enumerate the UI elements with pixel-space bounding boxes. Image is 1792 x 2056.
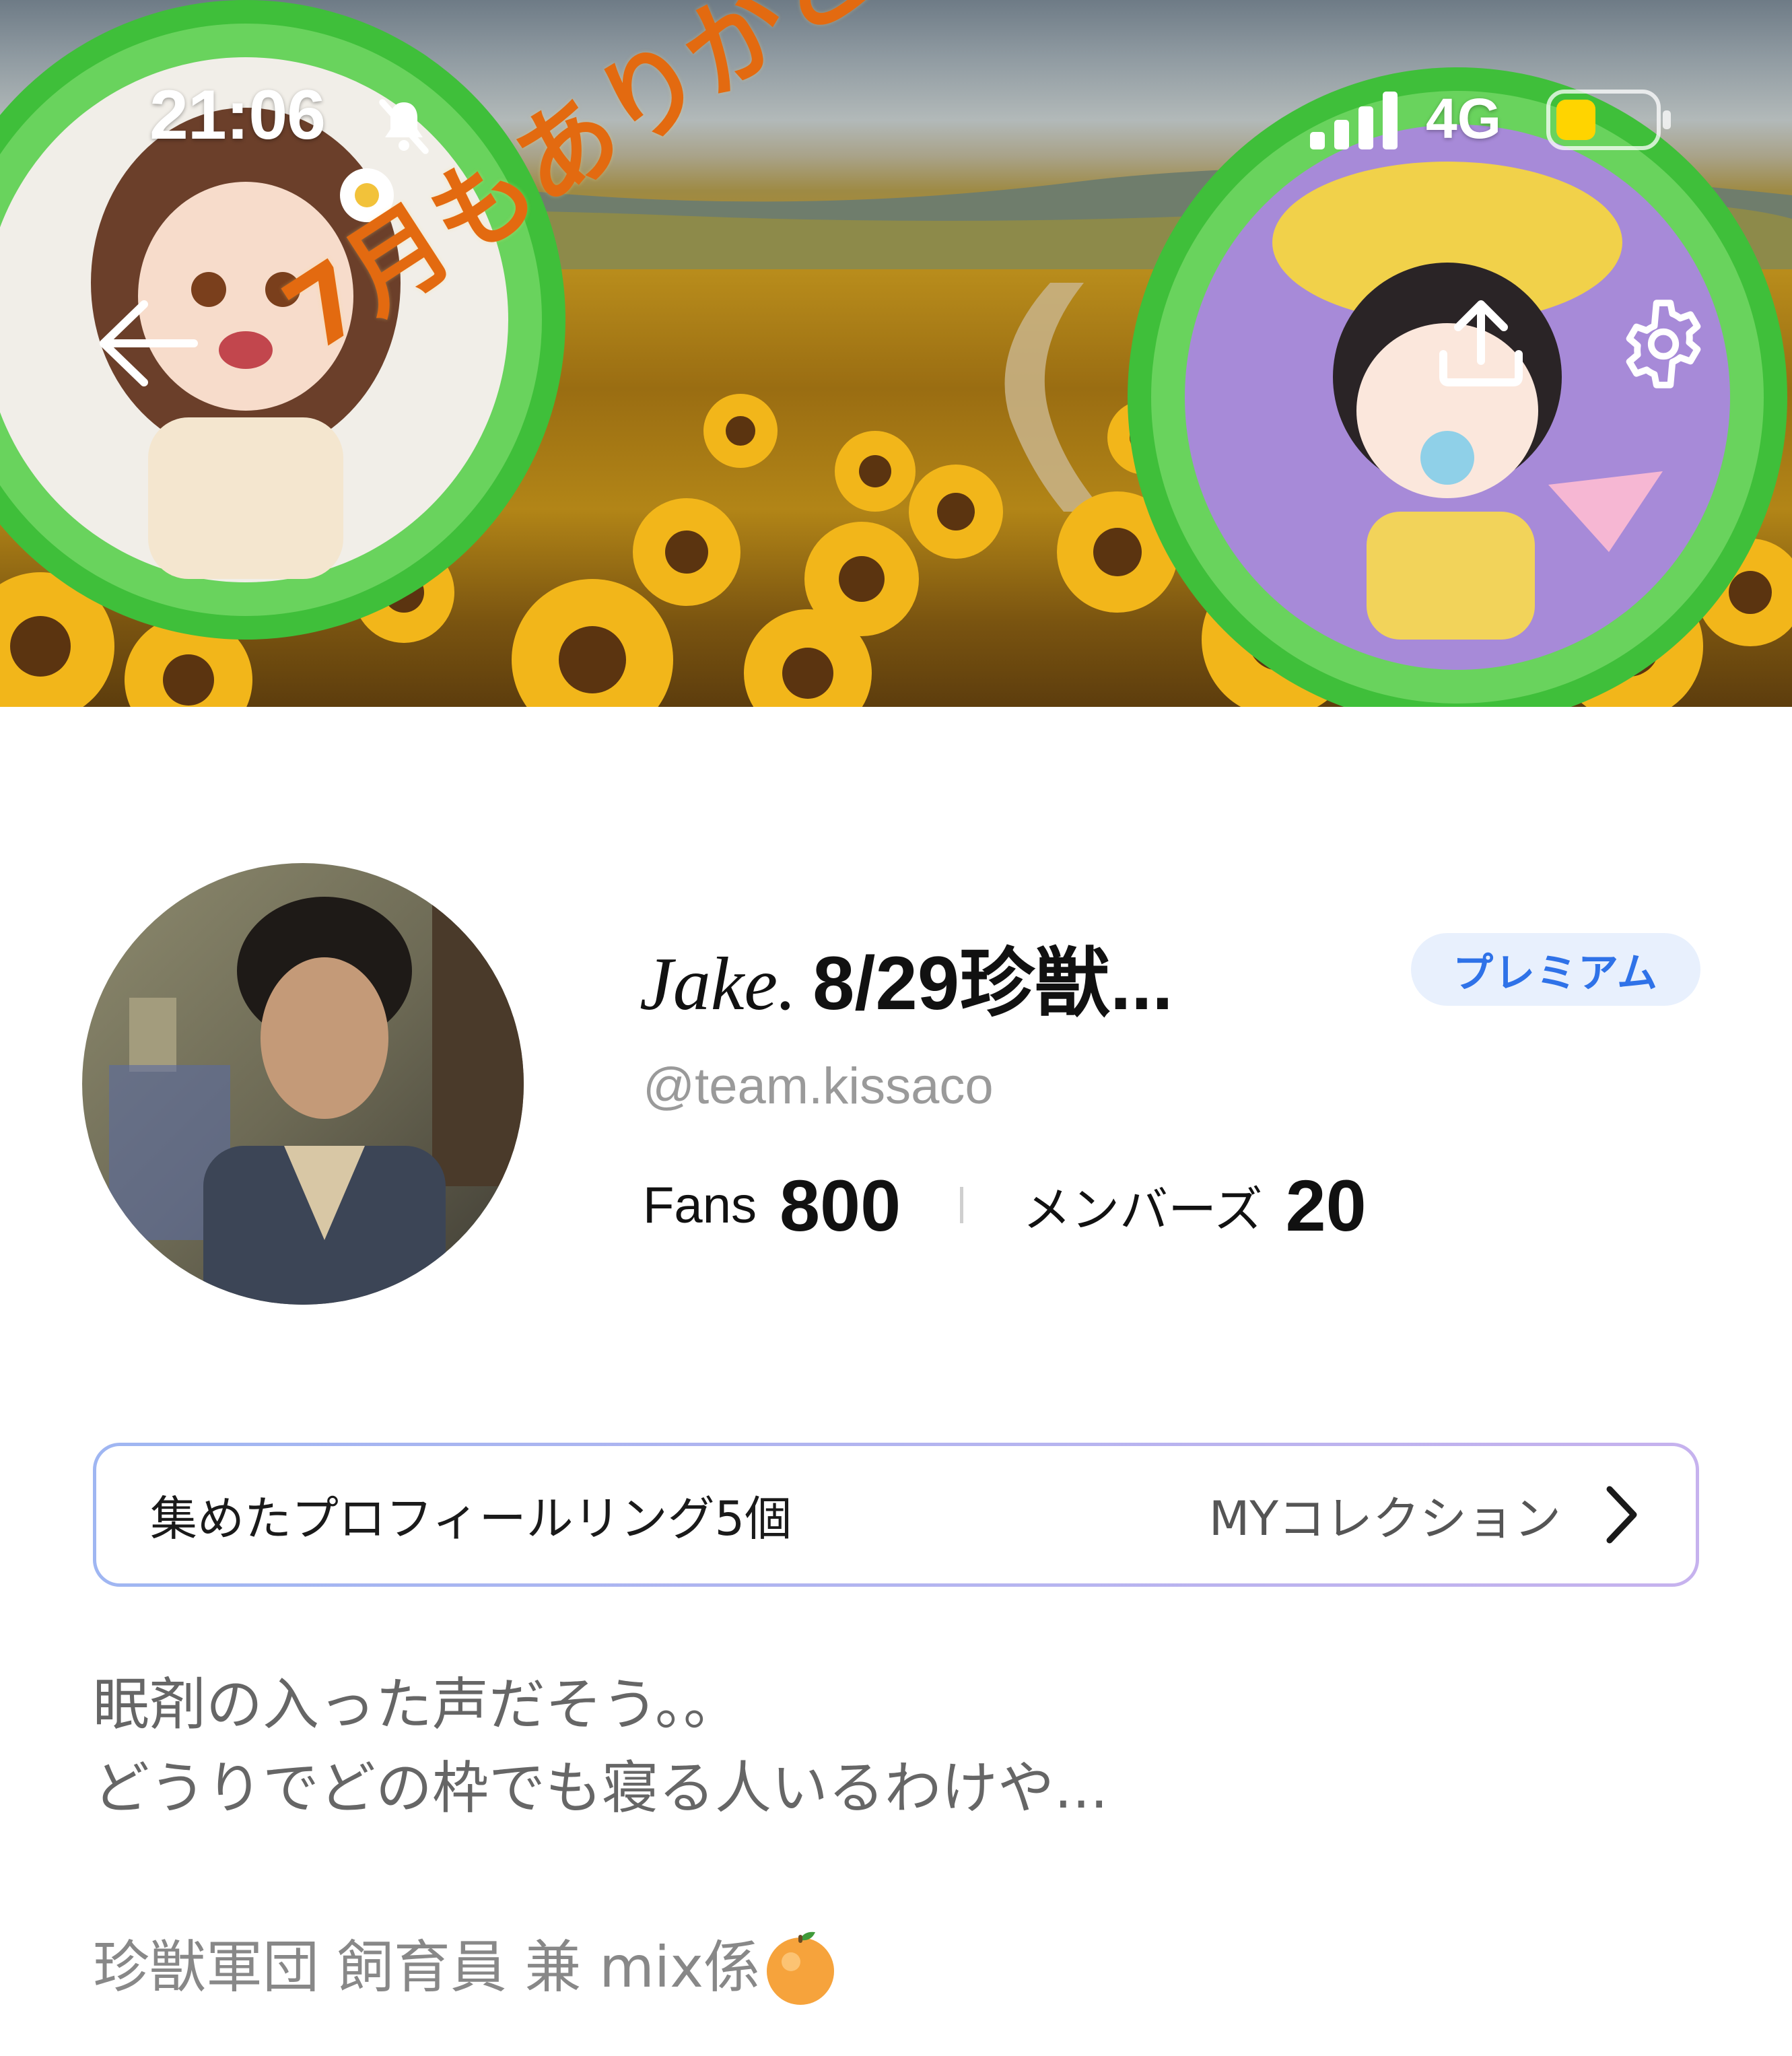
chevron-right-icon	[1606, 1486, 1637, 1544]
profile-avatar[interactable]	[82, 863, 524, 1305]
network-type: 4G	[1426, 87, 1502, 150]
display-name: Jake. 8/29珍獣...	[640, 922, 1173, 1031]
gear-icon[interactable]	[1614, 295, 1713, 393]
user-handle: @team.kissaco	[643, 1058, 994, 1115]
bio-line-2: どうりでどの枠でも寝る人いるわけや...	[93, 1755, 1109, 1821]
stats-divider	[960, 1187, 964, 1223]
battery-icon	[1546, 90, 1671, 150]
status-time: 21:06	[149, 76, 326, 154]
fans-count[interactable]: 800	[780, 1163, 901, 1247]
profile-bio: 眠剤の入った声だそう。。 どうりでどの枠でも寝る人いるわけや...	[93, 1663, 1108, 1830]
my-collection-link[interactable]: MYコレクション	[1209, 1481, 1642, 1549]
bio-line-3: 珍獣軍団 飼育員 兼 mix係	[93, 1934, 760, 2000]
collected-rings-label: 集めたプロフィールリング5個	[150, 1490, 792, 1546]
share-upload-icon[interactable]	[1434, 296, 1528, 390]
premium-badge[interactable]: プレミアム	[1411, 933, 1700, 1006]
profile-banner: 7月もありがとうございます 21:06 4G	[0, 0, 1792, 707]
display-name-rest: 8/29珍獣...	[813, 941, 1173, 1025]
members-count[interactable]: 20	[1286, 1163, 1367, 1247]
profile-ring-collection-bar[interactable]: 集めたプロフィールリング5個 MYコレクション	[93, 1443, 1699, 1587]
bell-slash-icon	[379, 99, 429, 154]
members-label[interactable]: メンバーズ	[1023, 1170, 1262, 1241]
fans-label[interactable]: Fans	[643, 1176, 757, 1235]
signal-bars-icon	[1310, 92, 1398, 149]
orange-fruit-icon	[766, 1931, 834, 2005]
bio-line-1: 眠剤の入った声だそう。。	[93, 1672, 740, 1738]
display-name-script: Jake.	[640, 943, 797, 1026]
bio-line-3-container: 珍獣軍団 飼育員 兼 mix係	[93, 1925, 838, 2009]
profile-stats: Fans 800 メンバーズ 20	[643, 1163, 1367, 1247]
my-collection-label: MYコレクション	[1208, 1490, 1561, 1546]
back-arrow-icon[interactable]	[94, 296, 202, 390]
